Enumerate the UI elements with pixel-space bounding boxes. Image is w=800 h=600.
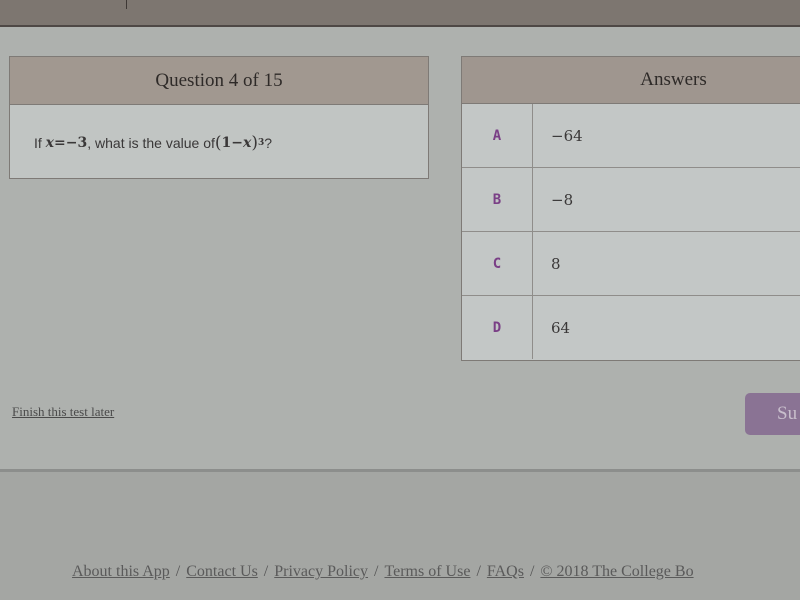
question-text: If x = −3, what is the value of (1 − x) 3… [10, 105, 428, 180]
footer-link-copyright[interactable]: © 2018 The College Bo [540, 563, 693, 580]
footer-separator: / [374, 563, 379, 580]
footer-link-faqs[interactable]: FAQs [487, 563, 524, 580]
answer-option-a[interactable]: A −64 [462, 104, 800, 168]
answer-letter: B [462, 168, 533, 231]
math-var-x-2: x [243, 134, 252, 151]
answer-value: 64 [551, 318, 571, 337]
answer-value: −8 [551, 190, 574, 209]
math-paren-close: ) [251, 132, 259, 153]
answer-letter: D [462, 296, 533, 359]
question-prefix: If [34, 134, 42, 151]
answers-header: Answers [462, 57, 800, 104]
footer-link-contact[interactable]: Contact Us [186, 563, 258, 580]
finish-later-link[interactable]: Finish this test later [12, 404, 114, 420]
math-minus: − [231, 134, 244, 151]
answer-value: 8 [551, 254, 561, 273]
footer-link-terms[interactable]: Terms of Use [384, 563, 470, 580]
question-mid-text: , what is the value of [87, 134, 215, 151]
answer-letter: C [462, 232, 533, 295]
question-suffix: ? [264, 134, 273, 151]
math-value: −3 [65, 134, 88, 151]
answer-letter: A [462, 104, 533, 167]
question-header: Question 4 of 15 [10, 57, 428, 105]
math-paren-open: ( [214, 132, 222, 153]
answer-option-b[interactable]: B −8 [462, 168, 800, 232]
answer-option-d[interactable]: D 64 [462, 296, 800, 359]
math-one: 1 [221, 134, 232, 151]
top-bar [0, 0, 800, 27]
top-bar-divider [126, 0, 127, 9]
footer-links: About this App / Contact Us / Privacy Policy… [72, 563, 694, 581]
question-card: Question 4 of 15 If x = −3, what is the … [9, 56, 429, 179]
footer-separator: / [175, 563, 181, 580]
submit-button[interactable]: Su [745, 393, 800, 435]
footer-link-privacy[interactable]: Privacy Policy [274, 563, 368, 580]
answers-card: Answers A −64 B −8 C 8 D 64 [461, 56, 800, 361]
math-var-x: x [45, 134, 55, 151]
answer-option-c[interactable]: C 8 [462, 232, 800, 296]
footer-link-about[interactable]: About this App [72, 563, 170, 580]
footer-separator: / [476, 563, 481, 580]
answer-value: −64 [551, 126, 583, 145]
footer-separator: / [263, 563, 269, 580]
footer-separator: / [529, 563, 535, 580]
math-equals: = [54, 134, 66, 151]
